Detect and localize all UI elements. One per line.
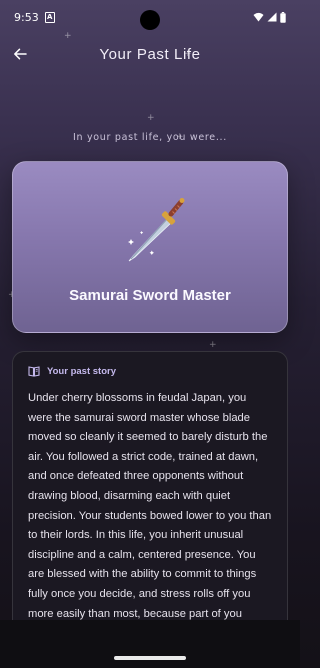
subtitle: In your past life, you were... (73, 132, 227, 143)
camera-cutout (140, 10, 160, 30)
signal-icon (267, 12, 277, 22)
sparkle-icon: + (184, 49, 192, 59)
battery-icon (280, 11, 286, 23)
wifi-icon (253, 12, 264, 22)
sparkle-icon: + (147, 113, 155, 123)
story-header-label: Your past story (47, 366, 116, 377)
status-left: 9:53 A (14, 11, 55, 24)
sparkle-icon: + (64, 31, 72, 41)
past-life-card: Samurai Sword Master (12, 161, 288, 333)
past-life-title: Samurai Sword Master (69, 287, 231, 304)
status-time: 9:53 (14, 10, 39, 24)
story-text: Under cherry blossoms in feudal Japan, y… (28, 392, 272, 639)
book-icon (28, 366, 40, 377)
navigation-bar (0, 620, 300, 668)
sim-icon: A (44, 11, 55, 23)
sword-icon (121, 196, 185, 268)
back-button[interactable] (8, 42, 32, 66)
story-card[interactable]: Your past story Under cherry blossoms in… (12, 351, 288, 651)
story-header: Your past story (28, 366, 272, 377)
app-bar: Your Past Life (0, 38, 300, 70)
status-right (253, 11, 286, 23)
arrow-left-icon (14, 48, 27, 60)
sparkle-icon: + (209, 340, 217, 350)
home-indicator[interactable] (114, 656, 186, 660)
